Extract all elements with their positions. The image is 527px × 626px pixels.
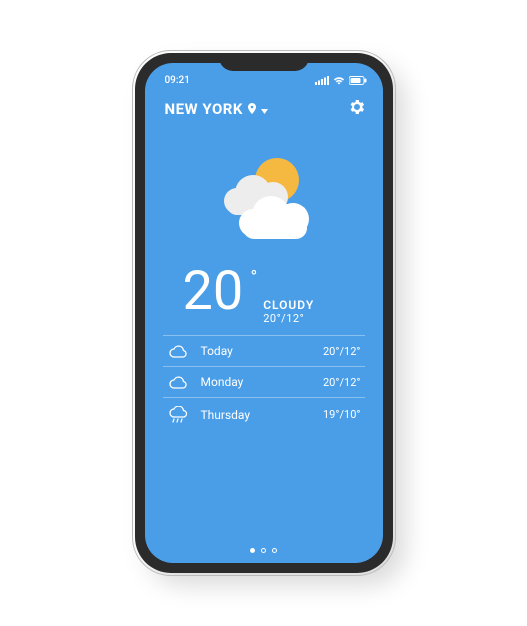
current-weather <box>145 119 383 255</box>
condition-block: CLOUDY 20°/12° <box>263 298 314 329</box>
settings-button[interactable] <box>349 99 365 119</box>
partly-cloudy-icon <box>145 147 383 247</box>
cloud-icon <box>167 344 189 358</box>
device-notch <box>219 53 309 71</box>
battery-icon <box>349 76 367 85</box>
forecast-day: Today <box>201 344 312 358</box>
cloud-icon <box>167 375 189 389</box>
gear-icon <box>349 99 365 115</box>
header: NEW YORK <box>145 89 383 119</box>
pager-dot[interactable] <box>272 548 277 553</box>
wifi-icon <box>333 76 345 85</box>
signal-icon <box>315 76 329 85</box>
current-temperature: 20° <box>183 265 244 319</box>
forecast-row[interactable]: Monday 20°/12° <box>163 366 365 397</box>
condition-label: CLOUDY <box>263 298 314 312</box>
page-indicator[interactable] <box>145 548 383 553</box>
forecast-day: Monday <box>201 375 312 389</box>
forecast-row[interactable]: Thursday 19°/10° <box>163 397 365 431</box>
degree-symbol: ° <box>250 269 257 287</box>
dropdown-caret-icon <box>261 100 268 118</box>
condition-range: 20°/12° <box>263 312 314 325</box>
phone-frame: 09:21 NEW YORK <box>135 53 393 573</box>
location-selector[interactable]: NEW YORK <box>165 100 268 118</box>
forecast-row[interactable]: Today 20°/12° <box>163 335 365 366</box>
pager-dot[interactable] <box>261 548 266 553</box>
location-city: NEW YORK <box>165 100 243 118</box>
forecast-list[interactable]: Today 20°/12° Monday 20°/12° Thursday 19… <box>145 335 383 431</box>
temp-value: 20 <box>183 260 244 323</box>
location-pin-icon <box>248 100 256 118</box>
status-icons <box>315 76 367 85</box>
app-screen: 09:21 NEW YORK <box>145 63 383 563</box>
temperature-display: 20° CLOUDY 20°/12° <box>145 255 383 335</box>
forecast-range: 19°/10° <box>323 408 361 421</box>
pager-dot[interactable] <box>250 548 255 553</box>
forecast-range: 20°/12° <box>323 345 361 358</box>
forecast-range: 20°/12° <box>323 376 361 389</box>
forecast-day: Thursday <box>201 408 312 422</box>
status-time: 09:21 <box>165 75 190 86</box>
rain-icon <box>167 406 189 423</box>
